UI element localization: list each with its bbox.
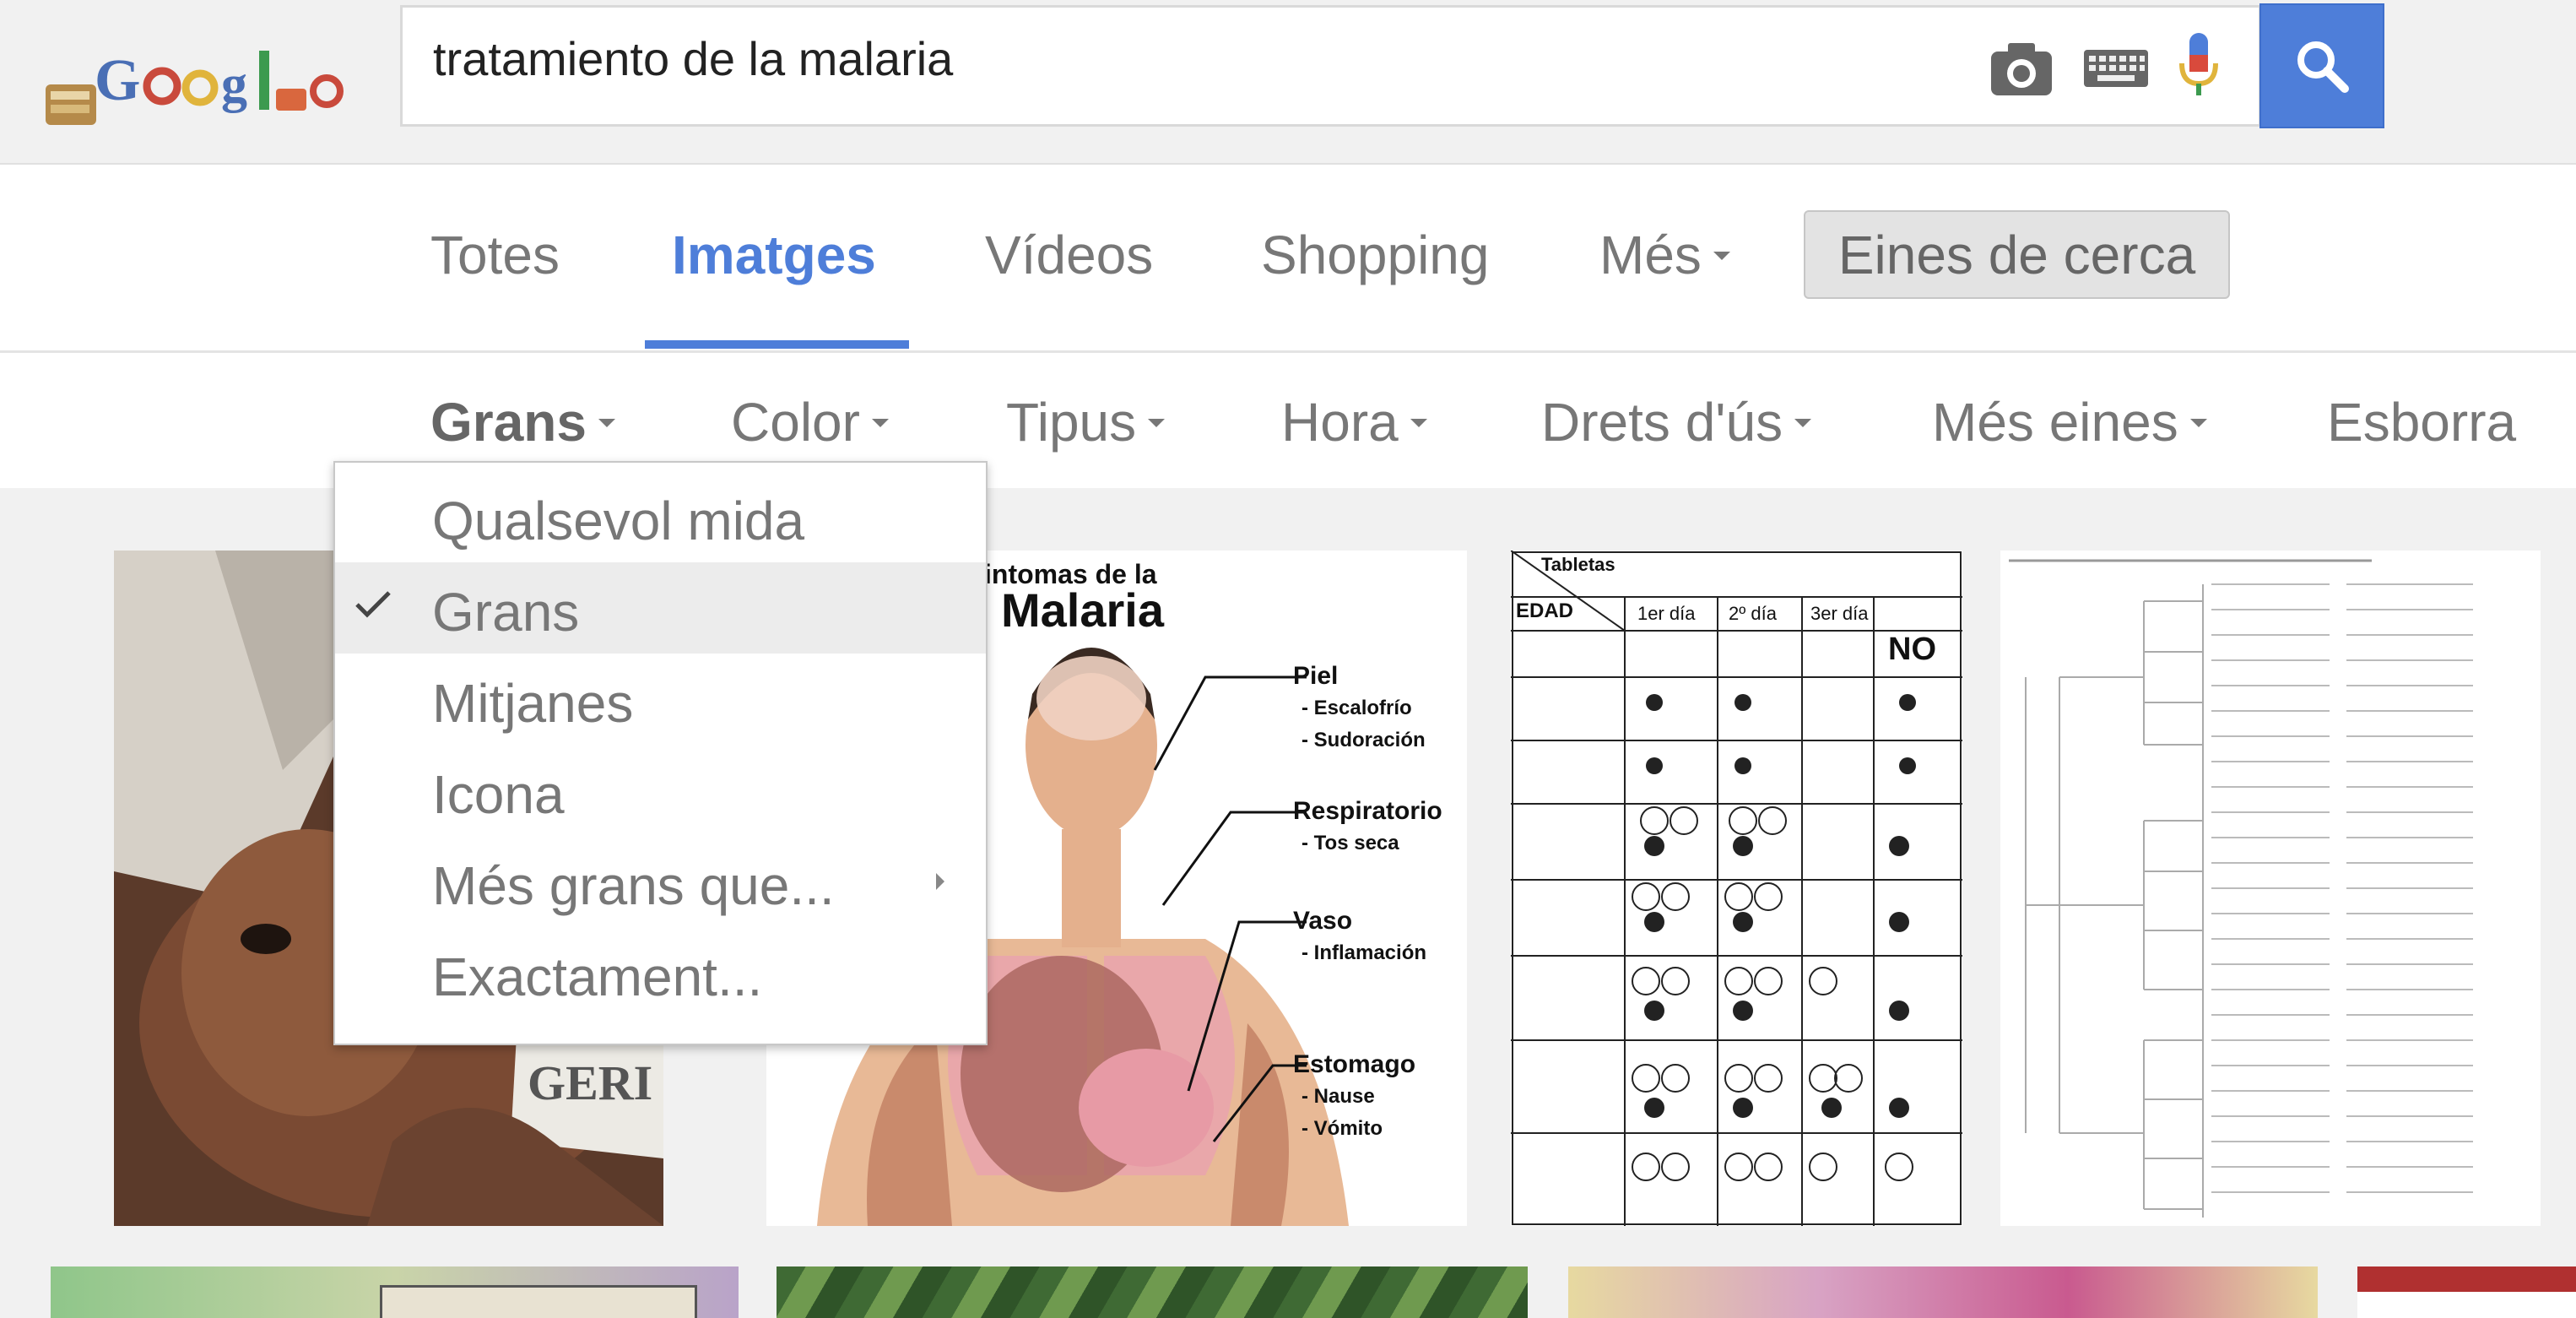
chevron-down-icon <box>1794 419 1812 428</box>
poster-label: Respiratorio <box>1293 797 1442 825</box>
poster-label: - Vómito <box>1302 1117 1383 1140</box>
chevron-down-icon <box>1713 252 1730 261</box>
size-dropdown-menu: Qualsevol mida Grans Mitjanes Icona Més … <box>333 461 988 1045</box>
tab-images[interactable]: Imatges <box>672 224 876 286</box>
image-result-row2-4[interactable] <box>2357 1266 2576 1318</box>
image-result-row2-1[interactable] <box>51 1266 739 1318</box>
checkmark-icon <box>355 591 391 618</box>
chevron-down-icon <box>1148 419 1166 428</box>
dosage-table-day-header: 2º día <box>1729 603 1777 624</box>
filter-usage-rights-label: Drets d'ús <box>1541 392 1783 453</box>
keyboard-icon[interactable] <box>2082 48 2150 89</box>
filter-color[interactable]: Color <box>731 391 889 453</box>
dosage-table-no-label: NO <box>1888 632 1936 667</box>
svg-text:G: G <box>95 48 140 113</box>
image-result-row2-1-frame <box>380 1285 697 1318</box>
poster-label-vessel: Vaso - Inflamación <box>1293 905 1426 969</box>
menu-item-label: Icona <box>432 764 565 825</box>
active-tab-indicator <box>645 340 909 349</box>
menu-item-label: Més grans que... <box>432 855 835 916</box>
filter-more-tools[interactable]: Més eines <box>1932 391 2207 453</box>
poster-label: Estomago <box>1293 1050 1416 1078</box>
image-result-tree-diagram[interactable] <box>2000 551 2541 1226</box>
menu-item-large[interactable]: Grans <box>335 562 986 654</box>
tab-shopping[interactable]: Shopping <box>1261 224 1489 286</box>
photo-text: GERI <box>528 1055 652 1110</box>
microphone-icon[interactable] <box>2175 30 2222 106</box>
menu-item-exactly[interactable]: Exactament... <box>335 927 986 1018</box>
search-box[interactable]: tratamiento de la malaria <box>400 5 2261 127</box>
search-tools-button[interactable]: Eines de cerca <box>1804 210 2230 299</box>
poster-label: - Nause <box>1302 1085 1375 1108</box>
poster-label-skin: Piel - Escalofrío - Sudoración <box>1293 660 1426 757</box>
search-input[interactable]: tratamiento de la malaria <box>433 31 953 86</box>
poster-label: - Escalofrío <box>1302 697 1412 719</box>
menu-item-medium[interactable]: Mitjanes <box>335 654 986 745</box>
filter-time[interactable]: Hora <box>1281 391 1427 453</box>
menu-item-label: Qualsevol mida <box>432 491 805 551</box>
camera-icon[interactable] <box>1988 38 2055 99</box>
tab-more-label: Més <box>1599 225 1702 285</box>
filter-type-label: Tipus <box>1006 392 1137 453</box>
image-result-row2-4-band <box>2357 1266 2576 1292</box>
image-result-row2-3[interactable] <box>1568 1266 2318 1318</box>
filter-clear[interactable]: Esborra <box>2327 391 2516 453</box>
poster-label: - Tos seca <box>1302 832 1399 854</box>
tab-more[interactable]: Més <box>1599 224 1730 286</box>
poster-label: - Inflamación <box>1302 941 1427 964</box>
dosage-table-day-header: 1er día <box>1637 603 1696 624</box>
dosage-table-day-header: 3er día <box>1810 603 1869 624</box>
search-button[interactable] <box>2259 3 2384 128</box>
image-result-dosage-table[interactable]: Tabletas EDAD 1er día 2º día 3er día NO <box>1511 551 1962 1226</box>
filter-type[interactable]: Tipus <box>1006 391 1166 453</box>
poster-label: Vaso <box>1293 907 1353 935</box>
tab-videos[interactable]: Vídeos <box>985 224 1153 286</box>
menu-item-any-size[interactable]: Qualsevol mida <box>335 471 986 562</box>
menu-item-icon[interactable]: Icona <box>335 745 986 836</box>
svg-text:g: g <box>221 56 247 113</box>
dosage-table-tablets-header: Tabletas <box>1541 554 1615 575</box>
image-result-row2-2[interactable] <box>777 1266 1528 1318</box>
dosage-table-age-header: EDAD <box>1516 599 1574 622</box>
filter-size-label: Grans <box>430 392 587 453</box>
chevron-down-icon <box>871 419 889 428</box>
filter-size[interactable]: Grans <box>430 391 615 453</box>
menu-item-larger-than[interactable]: Més grans que... <box>335 836 986 927</box>
tree-diagram-image <box>2009 559 2473 1218</box>
chevron-right-icon <box>936 873 944 890</box>
menu-item-label: Grans <box>432 582 580 643</box>
chevron-down-icon <box>598 419 615 428</box>
filter-more-tools-label: Més eines <box>1932 392 2178 453</box>
poster-label: Piel <box>1293 662 1339 690</box>
search-icon <box>2297 41 2349 93</box>
chevron-down-icon <box>2189 419 2207 428</box>
poster-label-stomach: Estomago - Nause - Vómito <box>1293 1049 1415 1145</box>
tab-all[interactable]: Totes <box>430 224 560 286</box>
poster-label: - Sudoración <box>1302 729 1426 751</box>
poster-label-respiratory: Respiratorio - Tos seca <box>1293 795 1442 860</box>
filter-time-label: Hora <box>1281 392 1399 453</box>
chevron-down-icon <box>1410 419 1427 428</box>
filter-usage-rights[interactable]: Drets d'ús <box>1541 391 1812 453</box>
nav-tabs: Totes Imatges Vídeos Shopping Més Eines … <box>0 165 2576 353</box>
filter-color-label: Color <box>731 392 860 453</box>
menu-item-label: Exactament... <box>432 946 763 1007</box>
google-doodle-logo[interactable]: G g <box>44 25 348 135</box>
header: G g tratamiento de la malaria <box>0 0 2576 165</box>
menu-item-label: Mitjanes <box>432 673 634 734</box>
